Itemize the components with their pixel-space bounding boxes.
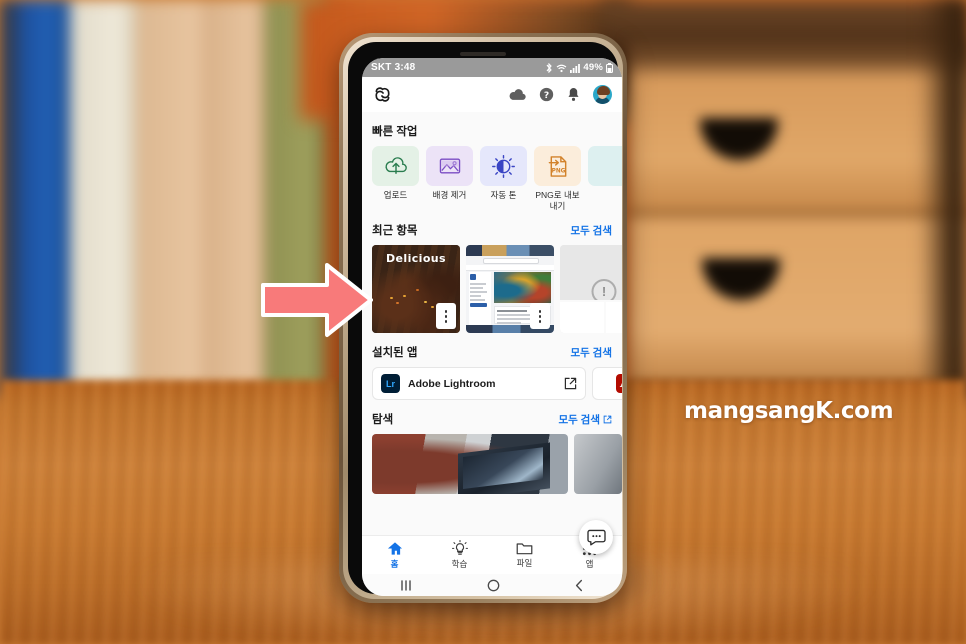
recents-icon[interactable] [399,579,413,592]
nav-label-apps: 앱 [585,558,594,569]
explore-header: 탐색 모두 검색 [362,400,622,434]
external-link-icon[interactable] [564,377,577,390]
explore-row[interactable] [362,434,622,495]
lightbulb-icon [451,540,468,555]
brightness-icon [492,154,515,178]
svg-text:PNG: PNG [551,168,565,174]
explore-photo-secondary [574,434,622,495]
nav-item-files[interactable]: 파일 [492,536,557,574]
recent-card-delicious[interactable]: Delicious [372,245,460,334]
home-circle-icon[interactable] [487,579,500,592]
recent-items-link-label: 모두 검색 [570,225,612,238]
nav-label-files: 파일 [516,558,533,568]
quick-actions-title: 빠른 작업 [372,126,418,138]
quick-action-partial[interactable] [588,146,622,211]
recent-card-menu-button[interactable] [436,303,456,330]
lightroom-icon: Lr [381,374,400,394]
header-icon-group: ? [508,85,612,104]
upload-tile[interactable] [372,146,419,186]
smartphone-device: SKT 3:48 49% ? 빠른 작업 업로드 배경 제거 자동 톤 PNG … [339,33,627,603]
wifi-icon [557,64,567,72]
recent-card-menu-button[interactable] [530,303,550,330]
annotation-arrow-right [261,263,373,337]
nav-item-home[interactable]: 홈 [362,536,427,574]
export-png-tile[interactable]: PNG [534,146,581,186]
recent-items-see-all-link[interactable]: 모두 검색 [570,223,612,238]
app-card-lightroom[interactable]: Lr Adobe Lightroom [372,367,586,401]
explore-title: 탐색 [372,414,394,427]
external-link-icon [603,415,612,424]
recent-card-webpage[interactable] [466,245,554,334]
android-system-nav[interactable] [362,574,622,596]
installed-apps-row[interactable]: Lr Adobe Lightroom A [362,367,622,401]
remove-bg-tile[interactable] [426,146,473,186]
laptop-screen-graphic [463,447,543,490]
app-scroll-content[interactable]: 빠른 작업 업로드 배경 제거 자동 톤 PNG PNG로 내보내기 최근 항목… [362,112,622,560]
cloud-icon[interactable] [508,88,526,101]
wooden-drawers-background [628,40,966,395]
recent-items-header: 최근 항목 모두 검색 [362,211,622,245]
delicious-overlay-text: Delicious [386,252,446,266]
avatar[interactable] [593,85,612,104]
quick-action-export-png[interactable]: PNG PNG로 내보내기 [534,146,581,211]
bluetooth-icon [546,62,553,73]
recent-items-title: 최근 항목 [372,225,418,238]
quick-action-auto-tone[interactable]: 자동 톤 [480,146,527,211]
recent-card-error[interactable]: ! [560,245,622,334]
earpiece-speaker [460,52,506,56]
app-card-acrobat[interactable]: A [592,367,622,401]
installed-apps-title: 설치된 앱 [372,347,418,360]
watermark-text: mangsangK.com [684,398,894,424]
home-icon [387,541,402,555]
back-icon[interactable] [574,579,585,592]
image-icon [439,158,460,174]
avatar-hair [597,86,610,95]
battery-percent-label: 49% [583,62,603,73]
partial-tile[interactable] [588,146,622,186]
explore-card-secondary[interactable] [574,434,622,495]
chat-bubble-fab[interactable] [579,520,613,554]
android-status-bar: SKT 3:48 49% [362,58,622,77]
folder-icon [516,543,533,555]
explore-link-label: 모두 검색 [558,414,600,427]
signal-icon [570,63,581,73]
notification-bell-icon[interactable] [567,87,580,102]
cloud-upload-icon [385,157,407,174]
quick-actions-header: 빠른 작업 [362,112,622,146]
phone-screen: SKT 3:48 49% ? 빠른 작업 업로드 배경 제거 자동 톤 PNG … [362,58,622,596]
chat-bubble-icon [586,529,606,545]
recent-items-row[interactable]: Delicious ! [362,245,622,334]
installed-apps-header: 설치된 앱 모두 검색 [362,333,622,367]
quick-action-remove-bg[interactable]: 배경 제거 [426,146,473,211]
svg-text:?: ? [544,90,549,101]
help-icon[interactable]: ? [539,87,554,102]
right-edge-shadow [920,0,966,400]
explore-see-all-link[interactable]: 모두 검색 [558,412,612,427]
auto-tone-label: 자동 톤 [490,190,517,200]
creative-cloud-logo[interactable] [372,84,393,105]
status-indicators: 49% [545,62,613,73]
quick-actions-row[interactable]: 업로드 배경 제거 자동 톤 PNG PNG로 내보내기 [362,146,622,211]
installed-apps-link-label: 모두 검색 [570,347,612,360]
error-card-footer [560,300,622,334]
nav-label-home: 홈 [390,558,399,569]
lightroom-app-name: Adobe Lightroom [408,377,496,390]
explore-card-person-at-laptop[interactable] [372,434,568,495]
status-carrier-time: SKT 3:48 [371,62,416,73]
export-png-label: PNG로 내보내기 [535,190,580,211]
app-header-bar: ? [362,77,622,113]
phone-body: SKT 3:48 49% ? 빠른 작업 업로드 배경 제거 자동 톤 PNG … [348,42,622,596]
battery-icon [606,62,613,73]
error-placeholder-thumbnail: ! [560,245,622,334]
export-png-icon: PNG [548,155,566,177]
screenshot-scene: SKT 3:48 49% ? 빠른 작업 업로드 배경 제거 자동 톤 PNG … [0,0,966,644]
nav-label-learn: 학습 [451,559,468,569]
upload-label: 업로드 [383,190,408,200]
installed-apps-see-all-link[interactable]: 모두 검색 [570,345,612,360]
acrobat-icon: A [615,374,622,394]
nav-item-learn[interactable]: 학습 [427,536,492,574]
remove-bg-label: 배경 제거 [432,190,467,200]
quick-action-upload[interactable]: 업로드 [372,146,419,211]
auto-tone-tile[interactable] [480,146,527,186]
